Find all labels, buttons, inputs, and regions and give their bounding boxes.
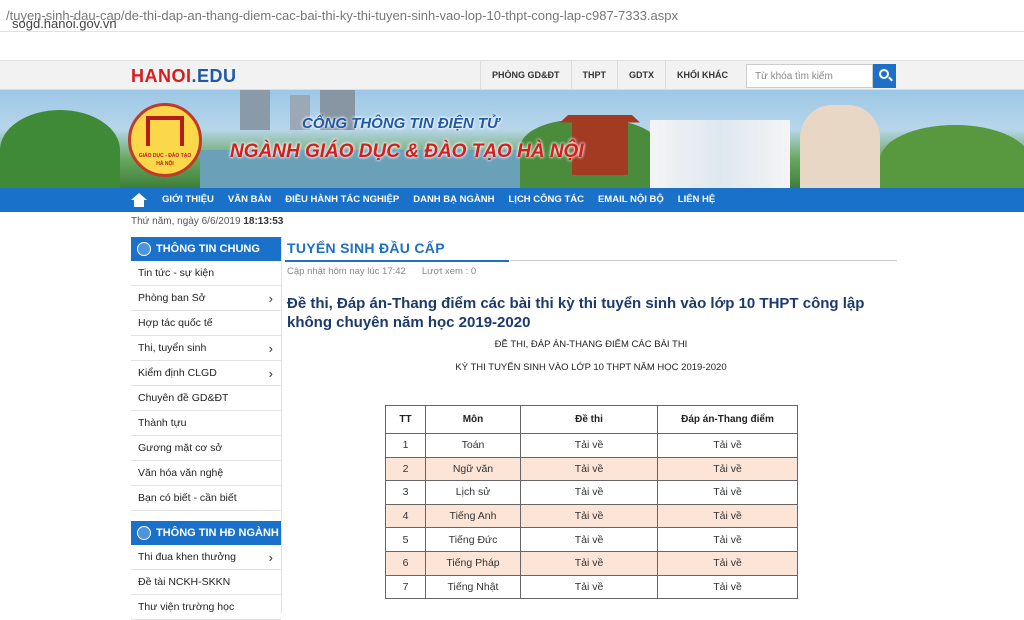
download-link[interactable]: Tải về (520, 480, 658, 505)
chevron-right-icon: › (268, 366, 273, 381)
sidebar-item[interactable]: Phòng ban Sở › (131, 286, 281, 311)
chevron-right-icon: › (268, 550, 273, 565)
table-row: 4 Tiếng Anh Tải về Tải về (385, 503, 798, 529)
sidebar-item[interactable]: Thành tựu (131, 411, 281, 436)
view-count: Lượt xem : 0 (421, 266, 477, 277)
banner-title-line1: CỔNG THÔNG TIN ĐIỆN TỬ (302, 115, 500, 132)
article-title: Đề thi, Đáp án-Thang điểm các bài thi kỳ… (287, 295, 865, 331)
nav-gioi-thieu[interactable]: GIỚI THIỆU (155, 188, 221, 212)
sidebar-item[interactable]: Gương mặt cơ sở (131, 436, 281, 461)
sidebar-heading-thong-tin-hd-nganh: THÔNG TIN HĐ NGÀNH (131, 521, 281, 545)
table-row: 6 Tiếng Pháp Tải về Tải về (385, 550, 798, 576)
download-link[interactable]: Tải về (657, 550, 798, 576)
address-bar[interactable]: sogd.hanoi.gov.vn/tuyen-sinh-dau-cap/de-… (0, 0, 1024, 32)
article-meta: Cập nhật hôm nay lúc 17:42 Lượt xem : 0 (285, 262, 897, 281)
sidebar-item[interactable]: Văn hóa văn nghệ (131, 461, 281, 486)
table-header-row: TT Môn Đề thi Đáp án-Thang điểm (385, 405, 798, 434)
banner-title-line2: NGÀNH GIÁO DỤC & ĐÀO TẠO HÀ NỘI (230, 141, 584, 162)
sidebar-item[interactable]: Đề tài NCKH-SKKN (131, 570, 281, 595)
nav-danh-ba[interactable]: DANH BẠ NGÀNH (406, 188, 501, 212)
download-link[interactable]: Tải về (520, 527, 658, 552)
sidebar-item[interactable]: Thi, tuyển sinh › (131, 336, 281, 361)
search-input[interactable]: Từ khóa tìm kiếm (746, 64, 873, 88)
download-link[interactable]: Tải về (657, 433, 798, 458)
sidebar-item[interactable]: Bạn có biết - cần biết (131, 486, 281, 511)
top-bar: HANOI.EDU PHÒNG GD&ĐT THPT GDTX KHỐI KHÁ… (0, 60, 1024, 90)
article-subtitle-1: ĐỀ THI, ĐÁP ÁN-THANG ĐIỂM CÁC BÀI THI (494, 339, 688, 350)
temple-image (560, 115, 640, 175)
top-nav: PHÒNG GD&ĐT THPT GDTX KHỐI KHÁC (480, 61, 739, 90)
table-row: 1 Toán Tải về Tải về (385, 433, 798, 458)
info-icon (137, 526, 151, 540)
topnav-gdtx[interactable]: GDTX (617, 61, 665, 90)
table-row: 2 Ngữ văn Tải về Tải về (385, 456, 798, 482)
download-link[interactable]: Tải về (657, 456, 798, 482)
nav-van-ban[interactable]: VĂN BẢN (221, 188, 278, 212)
sidebar-item[interactable]: Chuyên đề GD&ĐT (131, 386, 281, 411)
download-link[interactable]: Tải về (520, 433, 658, 458)
topnav-phong-gddt[interactable]: PHÒNG GD&ĐT (480, 61, 571, 90)
main-nav: GIỚI THIỆU VĂN BẢN ĐIỀU HÀNH TÁC NGHIỆP … (0, 188, 1024, 212)
table-row: 3 Lịch sử Tải về Tải về (385, 480, 798, 505)
info-icon (137, 242, 151, 256)
sidebar-item[interactable]: Kiểm định CLGD › (131, 361, 281, 386)
section-title[interactable]: TUYỂN SINH ĐẦU CẤP (285, 237, 509, 262)
sidebar-item[interactable]: Tin tức - sự kiện (131, 261, 281, 286)
student-portrait-image (800, 105, 880, 188)
nav-dieu-hanh[interactable]: ĐIỀU HÀNH TÁC NGHIỆP (278, 188, 406, 212)
search-button[interactable] (873, 64, 896, 88)
date-time: Thứ năm, ngày 6/6/2019 18:13:53 (131, 216, 284, 227)
updated-time: Cập nhật hôm nay lúc 17:42 (287, 266, 406, 277)
nav-email[interactable]: EMAIL NỘI BỘ (591, 188, 671, 212)
download-link[interactable]: Tải về (520, 503, 658, 529)
exam-table: TT Môn Đề thi Đáp án-Thang điểm 1 Toán Tải… (385, 405, 798, 600)
home-icon[interactable] (131, 193, 147, 207)
chevron-right-icon: › (268, 341, 273, 356)
download-link[interactable]: Tải về (520, 574, 658, 600)
download-link[interactable]: Tải về (657, 574, 798, 600)
chevron-right-icon: › (268, 291, 273, 306)
students-image (650, 120, 790, 188)
url-text[interactable]: sogd.hanoi.gov.vn/tuyen-sinh-dau-cap/de-… (6, 8, 678, 31)
sidebar-item[interactable]: Thư viện trường học (131, 595, 281, 620)
article-content: TUYỂN SINH ĐẦU CẤP Cập nhật hôm nay lúc … (285, 237, 897, 600)
sidebar-item[interactable]: Thi đua khen thưởng › (131, 545, 281, 570)
sidebar-heading-thong-tin-chung: THÔNG TIN CHUNG (131, 237, 281, 261)
topnav-khoi-khac[interactable]: KHỐI KHÁC (665, 61, 739, 90)
sidebar-item[interactable]: Hợp tác quốc tế (131, 311, 281, 336)
table-row: 5 Tiếng Đức Tải về Tải về (385, 527, 798, 552)
site-logo[interactable]: HANOI.EDU (131, 66, 237, 87)
article-subtitle-2: KỲ THI TUYỂN SINH VÀO LỚP 10 THPT NĂM HỌ… (455, 362, 727, 373)
topnav-thpt[interactable]: THPT (570, 61, 618, 90)
department-seal-logo[interactable]: GIÁO DỤC - ĐÀO TẠO HÀ NỘI (128, 103, 202, 177)
download-link[interactable]: Tải về (520, 550, 658, 576)
download-link[interactable]: Tải về (520, 456, 658, 482)
sidebar: THÔNG TIN CHUNG Tin tức - sự kiện Phòng … (131, 237, 281, 620)
nav-lich-cong-tac[interactable]: LỊCH CÔNG TÁC (502, 188, 591, 212)
download-link[interactable]: Tải về (657, 527, 798, 552)
download-link[interactable]: Tải về (657, 503, 798, 529)
nav-lien-he[interactable]: LIÊN HỆ (671, 188, 722, 212)
download-link[interactable]: Tải về (657, 480, 798, 505)
table-row: 7 Tiếng Nhật Tải về Tải về (385, 574, 798, 600)
